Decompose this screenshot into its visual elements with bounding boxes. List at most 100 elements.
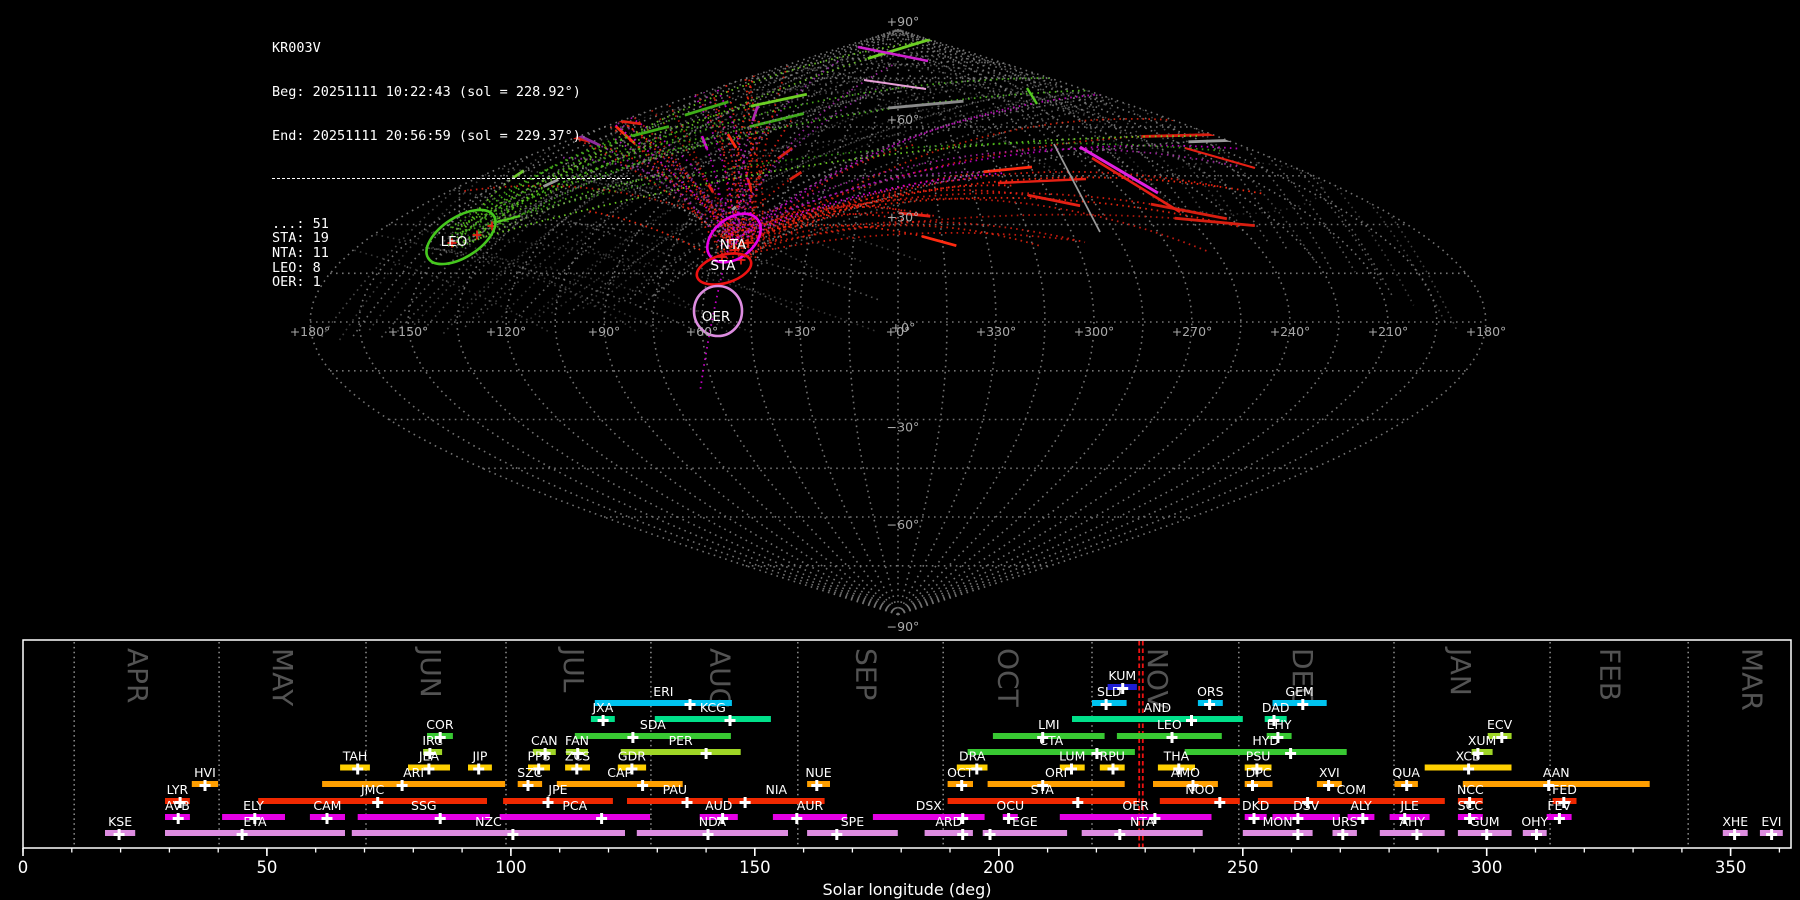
shower-label-jip: JIP bbox=[471, 749, 487, 764]
ra-label: +90° bbox=[588, 324, 621, 339]
shower-label-aan: AAN bbox=[1543, 765, 1570, 780]
shower-label-spe: SPE bbox=[841, 814, 864, 829]
shower-label-xcb: XCB bbox=[1456, 749, 1481, 764]
meridian-line bbox=[897, 28, 1438, 616]
meteor-trail bbox=[1025, 64, 1192, 215]
shower-label-szc: SZC bbox=[517, 765, 542, 780]
month-label: JUN bbox=[414, 646, 447, 698]
meteor-trail bbox=[1209, 70, 1415, 306]
meridian-line bbox=[897, 28, 1242, 616]
meteor-trail bbox=[910, 51, 1060, 152]
shower-bar-nta bbox=[1081, 830, 1203, 836]
shower-label-jpe: JPE bbox=[547, 782, 567, 797]
shower-label-gdr: GDR bbox=[618, 749, 646, 764]
shower-label-per: PER bbox=[669, 733, 693, 748]
shower-bar-spe bbox=[807, 830, 898, 836]
shower-label-tah: TAH bbox=[342, 749, 368, 764]
tick-label: 350 bbox=[1715, 858, 1747, 877]
dec-label: +0° bbox=[891, 320, 916, 335]
shower-label-aud: AUD bbox=[705, 798, 732, 813]
meridian-line bbox=[897, 28, 1095, 616]
shower-bar-jpe bbox=[503, 798, 613, 804]
shower-label-oct: OCT bbox=[947, 765, 974, 780]
meteor-streak bbox=[788, 170, 803, 181]
tick-label: 300 bbox=[1471, 858, 1503, 877]
shower-bar-sda bbox=[574, 733, 731, 739]
meteor-trail bbox=[1196, 64, 1394, 298]
shower-label-oer: OER bbox=[1122, 798, 1149, 813]
shower-label-pps: PPS bbox=[527, 749, 550, 764]
shower-label-ssg: SSG bbox=[411, 798, 437, 813]
shower-label-fev: FEV bbox=[1547, 798, 1571, 813]
shower-label-cam: CAM bbox=[313, 798, 341, 813]
meteor-station-plot: LEO NTA STA OER +180° +150° +120° +90° +60° +30° +… bbox=[0, 0, 1800, 900]
tick-label: 50 bbox=[256, 858, 277, 877]
shower-label-lmi: LMI bbox=[1038, 717, 1059, 732]
shower-label-sda: SDA bbox=[640, 717, 666, 732]
ra-label: +150° bbox=[388, 324, 429, 339]
month-label: APR bbox=[121, 648, 154, 704]
shower-bar-aur bbox=[772, 814, 848, 820]
count-line: OER: 1 bbox=[272, 274, 321, 291]
shower-label-sta: STA bbox=[1031, 782, 1055, 797]
shower-label-irc: IRC bbox=[422, 733, 443, 748]
month-label: OCT bbox=[992, 648, 1025, 708]
meteor-trail bbox=[952, 47, 1103, 176]
shower-label-com: COM bbox=[1337, 782, 1366, 797]
shower-label-ari: ARI bbox=[403, 765, 424, 780]
meteor-streak bbox=[983, 165, 1033, 174]
shower-counts: ...: 51 STA: 19 NTA: 11 LEO: 8 OER: 1 bbox=[272, 217, 630, 290]
ra-label: +180° bbox=[1466, 324, 1507, 339]
meteor-streak bbox=[1141, 133, 1215, 138]
ra-label: +120° bbox=[486, 324, 527, 339]
meteor-streak bbox=[1174, 216, 1255, 227]
shower-label-can: CAN bbox=[531, 733, 558, 748]
dec-label: −60° bbox=[887, 517, 920, 532]
count-line: NTA: 11 bbox=[272, 244, 329, 261]
meteor-trail bbox=[727, 197, 1210, 253]
month-label: JAN bbox=[1444, 646, 1477, 696]
meridian-line bbox=[652, 28, 899, 616]
shower-label-ege: EGE bbox=[1012, 814, 1038, 829]
dec-label: −90° bbox=[887, 619, 920, 634]
meridian-line bbox=[897, 28, 1291, 616]
shower-label-aly: ALY bbox=[1350, 798, 1372, 813]
shower-label-ori: ORI bbox=[1045, 765, 1067, 780]
meteor-streak bbox=[1188, 137, 1267, 144]
shower-bar-noo bbox=[1159, 798, 1240, 804]
shower-label-ors: ORS bbox=[1197, 684, 1224, 699]
shower-label-ncc: NCC bbox=[1457, 782, 1484, 797]
shower-label-jea: JEA bbox=[418, 749, 440, 764]
ra-label: +180° bbox=[290, 324, 331, 339]
shower-label-kse: KSE bbox=[108, 814, 132, 829]
month-label: MAY bbox=[266, 648, 299, 707]
shower-label-dkd: DKD bbox=[1242, 798, 1269, 813]
radiant-label-oer: OER bbox=[702, 309, 731, 325]
shower-label-qua: QUA bbox=[1392, 765, 1420, 780]
dec-label: −30° bbox=[887, 420, 920, 435]
dec-label: +60° bbox=[887, 112, 920, 127]
shower-label-pau: PAU bbox=[663, 782, 687, 797]
shower-label-dra: DRA bbox=[959, 749, 986, 764]
dec-label: +30° bbox=[887, 210, 920, 225]
shower-label-jxa: JXA bbox=[591, 700, 613, 715]
ra-label: +240° bbox=[1270, 324, 1311, 339]
shower-label-jle: JLE bbox=[1399, 798, 1419, 813]
begin-time: Beg: 20251111 10:22:43 (sol = 228.92°) bbox=[272, 83, 581, 100]
shower-label-fed: FED bbox=[1552, 782, 1577, 797]
shower-bar-ori bbox=[987, 781, 1125, 787]
shower-label-ard: ARD bbox=[935, 814, 962, 829]
shower-label-ely: ELY bbox=[243, 798, 264, 813]
shower-bar-eta bbox=[165, 830, 345, 836]
shower-label-eta: ETA bbox=[243, 814, 267, 829]
tick-label: 250 bbox=[1227, 858, 1259, 877]
end-time: End: 20251111 20:56:59 (sol = 229.37°) bbox=[272, 127, 581, 144]
shower-label-mon: MON bbox=[1263, 814, 1293, 829]
shower-label-hvi: HVI bbox=[194, 765, 216, 780]
meteor-trail bbox=[713, 87, 1033, 125]
shower-label-avb: AVB bbox=[165, 798, 190, 813]
meteor-streak bbox=[1027, 193, 1081, 208]
shower-label-tha: THA bbox=[1163, 749, 1190, 764]
shower-label-jmc: JMC bbox=[360, 782, 384, 797]
shower-label-and: AND bbox=[1144, 700, 1172, 715]
